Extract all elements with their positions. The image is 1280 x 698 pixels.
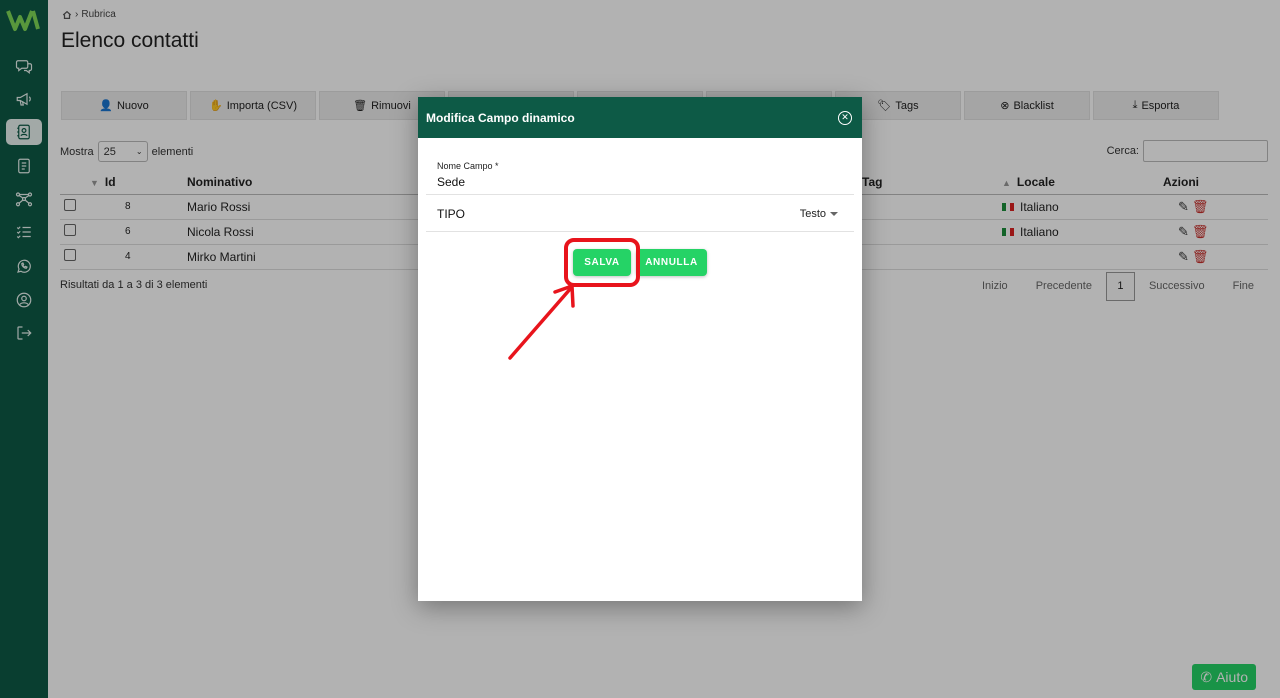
edit-dynamic-field-modal: Modifica Campo dinamico ✕ Nome Campo * S… xyxy=(418,97,862,601)
modal-header: Modifica Campo dinamico ✕ xyxy=(418,97,862,138)
field-name-value: Sede xyxy=(437,175,466,189)
field-name-label: Nome Campo * xyxy=(437,161,499,171)
field-type-row: TIPO Testo xyxy=(426,196,854,232)
field-type-label: TIPO xyxy=(437,206,466,221)
modal-title: Modifica Campo dinamico xyxy=(426,110,575,125)
field-name-input[interactable]: Nome Campo * Sede xyxy=(426,154,854,195)
cancel-button[interactable]: ANNULLA xyxy=(636,249,707,276)
close-icon[interactable]: ✕ xyxy=(838,110,852,125)
annotation-arrow-icon xyxy=(508,284,575,360)
field-type-value: Testo xyxy=(799,207,826,220)
field-type-select[interactable]: Testo xyxy=(800,208,838,220)
caret-down-icon xyxy=(830,211,838,216)
